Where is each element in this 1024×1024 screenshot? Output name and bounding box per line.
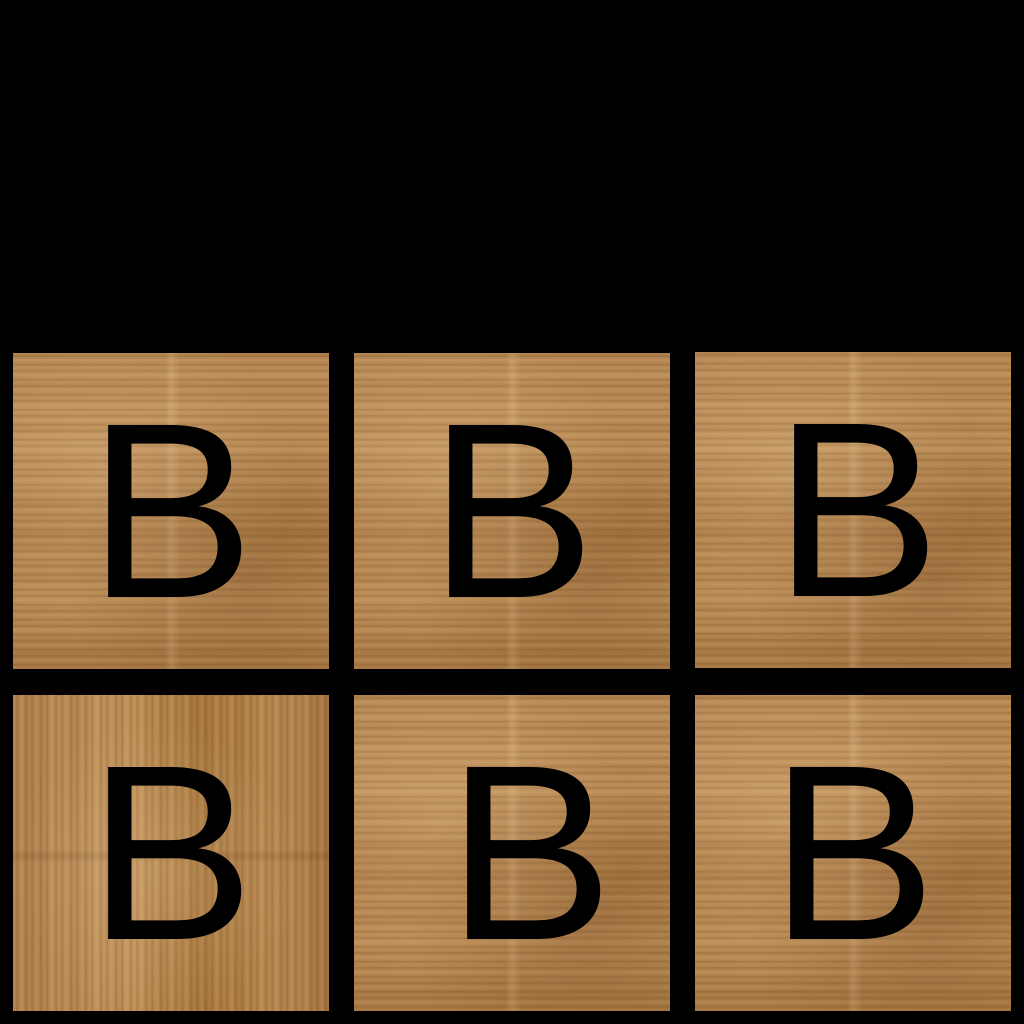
letter-tile[interactable]: B bbox=[354, 353, 670, 669]
tile-letter: B bbox=[87, 713, 255, 992]
letter-tile[interactable]: B bbox=[695, 352, 1011, 668]
letter-tile[interactable]: B bbox=[695, 695, 1011, 1011]
game-board: B B B B B B bbox=[0, 0, 1024, 1024]
tile-letter: B bbox=[87, 371, 255, 650]
letter-tile[interactable]: B bbox=[13, 353, 329, 669]
tile-letter: B bbox=[769, 713, 937, 992]
letter-tile[interactable]: B bbox=[354, 695, 670, 1011]
tile-letter: B bbox=[446, 713, 614, 992]
tile-letter: B bbox=[428, 371, 596, 650]
letter-tile[interactable]: B bbox=[13, 695, 329, 1011]
tile-letter: B bbox=[773, 370, 941, 649]
